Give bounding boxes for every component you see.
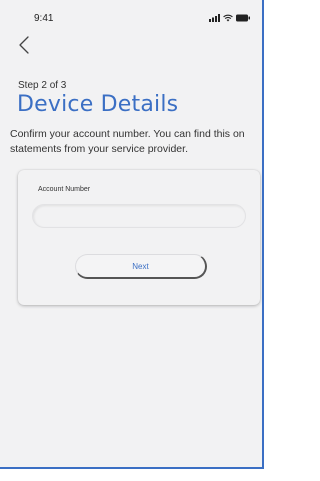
status-icons [209,14,250,22]
account-number-label: Account Number [38,186,91,193]
step-indicator: Step 2 of 3 [18,80,67,91]
chevron-left-icon [19,36,29,54]
wifi-icon [223,14,233,22]
status-time: 9:41 [34,13,54,24]
status-bar: 9:41 [0,0,262,26]
account-number-input[interactable] [32,204,246,228]
cellular-signal-icon [209,14,220,22]
account-form-card: Account Number Next [18,170,260,305]
instructions-text: Confirm your account number. You can fin… [10,128,245,155]
battery-icon [236,14,250,22]
back-button[interactable] [16,34,34,56]
phone-screen: 9:41 Step 2 of 3 Device Details Confirm … [0,0,264,469]
next-button[interactable]: Next [75,254,207,279]
page-title: Device Details [17,92,179,117]
